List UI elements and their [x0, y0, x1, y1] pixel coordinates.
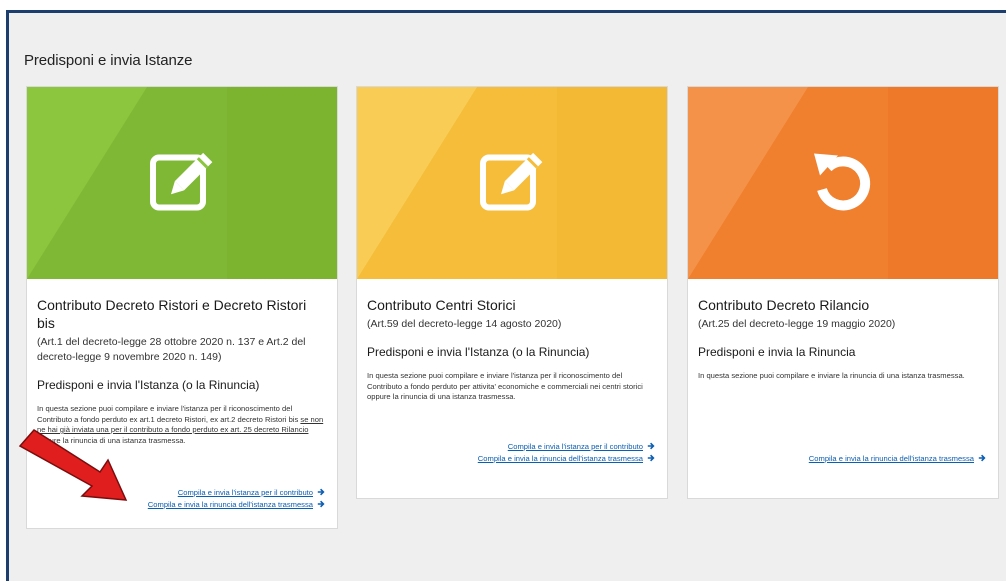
edit-pencil-icon — [147, 146, 217, 221]
card-banner — [357, 87, 667, 279]
red-pointer-arrow-icon — [18, 429, 128, 501]
link-compila-rinuncia[interactable]: Compila e invia la rinuncia dell'istanza… — [809, 453, 986, 465]
arrow-right-icon — [978, 454, 986, 462]
desc-text: In questa sezione puoi compilare e invia… — [37, 404, 301, 424]
arrow-right-icon — [317, 488, 325, 496]
link-label[interactable]: Compila e invia la rinuncia dell'istanza… — [478, 454, 643, 463]
link-compila-rinuncia[interactable]: Compila e invia la rinuncia dell'istanza… — [478, 453, 655, 465]
card-title: Contributo Decreto Ristori e Decreto Ris… — [37, 297, 307, 331]
card-banner — [688, 87, 998, 279]
arrow-right-icon — [647, 442, 655, 450]
card-links: Compila e invia l'istanza per il contrib… — [478, 441, 655, 465]
card-reference: (Art.59 del decreto-legge 14 agosto 2020… — [367, 318, 562, 330]
card-banner — [27, 87, 337, 279]
card-title: Contributo Centri Storici — [367, 297, 516, 313]
undo-arrow-icon — [808, 146, 878, 221]
card-links: Compila e invia l'istanza per il contrib… — [148, 487, 325, 511]
link-label[interactable]: Compila e invia l'istanza per il contrib… — [508, 442, 643, 451]
link-compila-istanza[interactable]: Compila e invia l'istanza per il contrib… — [148, 487, 325, 499]
link-label[interactable]: Compila e invia l'istanza per il contrib… — [178, 488, 313, 497]
arrow-right-icon — [317, 500, 325, 508]
card-subtitle: Predisponi e invia la Rinuncia — [698, 345, 856, 359]
card-reference: (Art.1 del decreto-legge 28 ottobre 2020… — [37, 336, 306, 363]
card-centri-storici: Contributo Centri Storici (Art.59 del de… — [356, 86, 668, 499]
arrow-right-icon — [647, 454, 655, 462]
card-title: Contributo Decreto Rilancio — [698, 297, 870, 313]
edit-pencil-icon — [477, 146, 547, 221]
link-compila-istanza[interactable]: Compila e invia l'istanza per il contrib… — [478, 441, 655, 453]
card-subtitle: Predisponi e invia l'Istanza (o la Rinun… — [37, 378, 260, 392]
card-description: In questa sezione puoi compilare e invia… — [367, 371, 643, 401]
card-reference: (Art.25 del decreto-legge 19 maggio 2020… — [698, 318, 896, 330]
link-compila-rinuncia[interactable]: Compila e invia la rinuncia dell'istanza… — [148, 499, 325, 511]
card-rilancio: Contributo Decreto Rilancio (Art.25 del … — [687, 86, 999, 499]
link-label[interactable]: Compila e invia la rinuncia dell'istanza… — [809, 454, 974, 463]
card-subtitle: Predisponi e invia l'Istanza (o la Rinun… — [367, 345, 590, 359]
card-links: Compila e invia la rinuncia dell'istanza… — [809, 453, 986, 465]
section-title: Predisponi e invia Istanze — [24, 52, 193, 69]
card-description: In questa sezione puoi compilare e invia… — [698, 371, 965, 380]
link-label[interactable]: Compila e invia la rinuncia dell'istanza… — [148, 500, 313, 509]
